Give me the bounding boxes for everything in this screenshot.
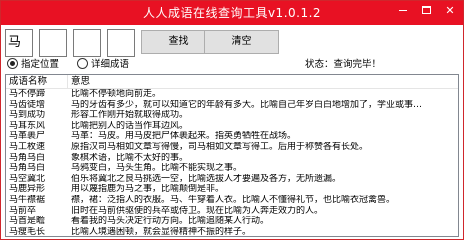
table-row[interactable]: 马前卒 旧时在马前供驱使的兵卒或侍卫。现在比喻为人奔走效力的人。 (6, 206, 458, 217)
close-icon: ✕ (445, 4, 455, 17)
table-row[interactable]: 马工枚速 原指汉司马相如文章写得慢，司马相如文章写得工。后用于称赞各有长处。 (6, 142, 458, 153)
table-row[interactable]: 马空冀北 伯乐将冀北之良马挑选一空，比喻选拔人才要遍及各方，无所遗漏。 (6, 174, 458, 185)
status-label: 状态： (305, 59, 334, 70)
cell-idiom-name: 马工枚速 (9, 141, 46, 152)
radio-position-label: 指定位置 (21, 59, 60, 70)
title-bar[interactable]: 人人成语在线查询工具v1.0.1.2 ✕ (1, 1, 463, 25)
table-row[interactable]: 马瘦毛长 比喻人境遇困顿，就会显得精神不振的样子。 (6, 226, 458, 237)
cell-idiom-name: 马齿徒增 (9, 99, 46, 110)
table-row[interactable]: 马牛襟裾 襟，裙：泛指人的衣服。马、牛穿着人衣。比喻人不懂得礼节，也比喻衣冠禽兽。 (6, 195, 458, 206)
cell-idiom-name: 马不停蹄 (9, 89, 46, 99)
table-row[interactable]: 马不停蹄 比喻不停顿地向前走。 (6, 89, 458, 100)
cell-idiom-meaning: 原指汉司马相如文章写得慢，司马相如文章写得工。后用于称赞各有长处。 (71, 141, 369, 152)
cell-idiom-meaning: 比喻把别人的话当作耳边风。 (71, 120, 189, 131)
cell-idiom-name: 马前卒 (9, 205, 37, 216)
maximize-button[interactable] (415, 1, 437, 21)
char-input-3[interactable] (73, 29, 101, 57)
table-row[interactable]: 马耳东风 比喻把别人的话当作耳边风。 (6, 121, 458, 132)
cell-idiom-meaning: 用以蔑指鹿为马之事，比喻颠倒是非。 (71, 184, 225, 195)
table-row[interactable]: 马首是瞻 看着我的马头决定行动方向。比喻追随某人行动。 (6, 216, 458, 227)
client-area: 马 查找 清空 指定位置 详细成语 状态：查询完毕！ 成语名称 意思 马不停蹄比… (1, 25, 463, 239)
status-value: 查询完毕！ (333, 59, 382, 70)
cell-idiom-meaning: 乌鸦变白，马头生角。比喻不能实现之事。 (71, 163, 243, 174)
cell-idiom-meaning: 象棋术语，比喻不太好的事。 (71, 152, 189, 163)
table-header: 成语名称 意思 (6, 75, 458, 89)
cell-idiom-meaning: 马的牙齿有多少，就可以知道它的年龄有多大。比喻自己年岁白白地增加了，学业或事… (71, 99, 423, 110)
cell-idiom-name: 马角乌白 (9, 163, 46, 174)
table-row[interactable]: 马齿徒增 马的牙齿有多少，就可以知道它的年龄有多大。比喻自己年岁白白地增加了，学业… (6, 100, 458, 111)
table-row[interactable]: 马鹿异形 用以蔑指鹿为马之事，比喻颠倒是非。 (6, 184, 458, 195)
app-window: 人人成语在线查询工具v1.0.1.2 ✕ 马 查找 清空 指定位置 详细成语 状… (0, 0, 464, 240)
cell-idiom-name: 马角乌白 (9, 152, 46, 163)
radio-position-option[interactable]: 指定位置 (7, 58, 59, 72)
table-row[interactable]: 马角乌白 象棋术语，比喻不太好的事。 (6, 153, 458, 164)
radio-position-icon[interactable] (7, 58, 18, 69)
cell-idiom-meaning: 比喻不停顿地向前走。 (71, 89, 162, 99)
cell-idiom-meaning: 旧时在马前供驱使的兵卒或侍卫。现在比喻为人奔走效力的人。 (71, 205, 324, 216)
table-row[interactable]: 马角乌白 乌鸦变白，马头生角。比喻不能实现之事。 (6, 163, 458, 174)
cell-idiom-name: 马首是瞻 (9, 216, 46, 227)
cell-idiom-name: 马鹿异形 (9, 184, 46, 195)
minimize-button[interactable] (391, 1, 415, 21)
cell-idiom-name: 马空冀北 (9, 173, 46, 184)
cell-idiom-meaning: 比喻人境遇困顿，就会显得精神不振的样子。 (71, 226, 252, 237)
cell-idiom-meaning: 伯乐将冀北之良马挑选一空，比喻选拔人才要遍及各方，无所遗漏。 (71, 173, 342, 184)
status-text: 状态：查询完毕！ (305, 58, 381, 72)
cell-idiom-name: 马瘦毛长 (9, 226, 46, 237)
column-header-name[interactable]: 成语名称 (6, 75, 68, 89)
cell-idiom-meaning: 襟，裙：泛指人的衣服。马、牛穿着人衣。比喻人不懂得礼节，也比喻衣冠禽兽。 (71, 194, 396, 205)
table-body: 马不停蹄 比喻不停顿地向前走。马齿徒增 马的牙齿有多少，就可以知道它的年龄有多大。比… (6, 89, 458, 237)
char-input-1[interactable]: 马 (5, 29, 33, 57)
close-button[interactable]: ✕ (437, 1, 463, 21)
cell-idiom-meaning: 马革：马皮。用马皮把尸体裹起来。指英勇牺牲在战场。 (71, 131, 297, 142)
char-input-2[interactable] (39, 29, 67, 57)
cell-idiom-name: 马牛襟裾 (9, 194, 46, 205)
clear-button[interactable]: 清空 (204, 30, 279, 54)
table-row[interactable]: 马革裹尸 马革：马皮。用马皮把尸体裹起来。指英勇牺牲在战场。 (6, 131, 458, 142)
table-row[interactable]: 马到成功 形容工作刚开始就取得成功。 (6, 110, 458, 121)
char-input-4[interactable] (107, 29, 135, 57)
results-table[interactable]: 成语名称 意思 马不停蹄 比喻不停顿地向前走。马齿徒增 马的牙齿有多少，就可以知道它… (5, 74, 459, 237)
radio-detailed-icon[interactable] (77, 58, 88, 69)
cell-idiom-name: 马耳东风 (9, 120, 46, 131)
cell-idiom-meaning: 形容工作刚开始就取得成功。 (71, 110, 189, 121)
cell-idiom-meaning: 看着我的马头决定行动方向。比喻追随某人行动。 (71, 216, 270, 227)
cell-idiom-name: 马革裹尸 (9, 131, 46, 142)
cell-idiom-name: 马到成功 (9, 110, 46, 121)
radio-detailed-option[interactable]: 详细成语 (77, 58, 129, 72)
column-header-meaning[interactable]: 意思 (68, 75, 458, 89)
radio-detailed-label: 详细成语 (91, 59, 130, 70)
maximize-icon (422, 6, 431, 14)
minimize-icon (399, 10, 407, 11)
